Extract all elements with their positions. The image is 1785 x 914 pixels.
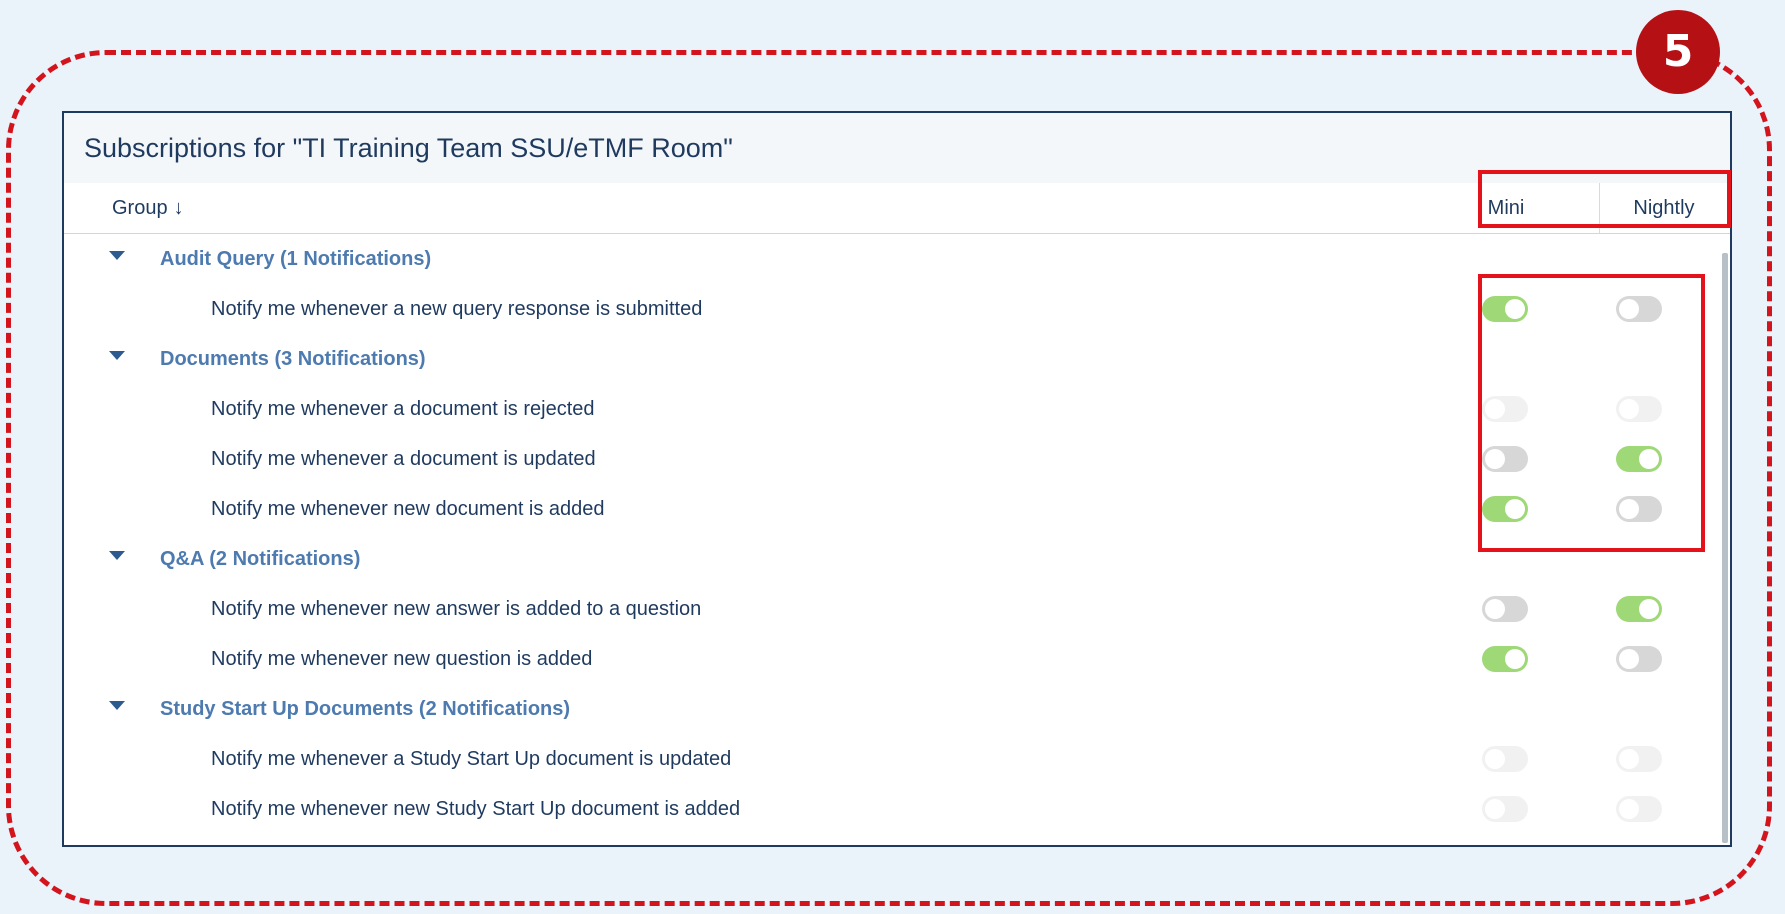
nightly-toggle — [1616, 796, 1662, 822]
group-column-label: Group — [112, 197, 168, 219]
toggle-knob — [1619, 649, 1639, 669]
group-column-header[interactable]: Group ↓ — [112, 197, 184, 220]
vertical-scrollbar[interactable] — [1722, 253, 1728, 843]
notification-label: Notify me whenever new answer is added t… — [211, 598, 702, 620]
group-label: Study Start Up Documents (2 Notification… — [160, 698, 571, 720]
notification-row: Notify me whenever a Study Start Up docu… — [64, 734, 1730, 784]
notification-label: Notify me whenever a document is updated — [211, 448, 596, 470]
caret-down-icon[interactable] — [109, 701, 125, 710]
notification-label: Notify me whenever new question is added — [211, 648, 593, 670]
notification-label: Notify me whenever new Study Start Up do… — [211, 798, 741, 820]
mini-toggle — [1482, 796, 1528, 822]
toggle-knob — [1619, 749, 1639, 769]
notification-label: Notify me whenever a document is rejecte… — [211, 398, 595, 420]
caret-down-icon[interactable] — [109, 251, 125, 260]
sort-arrow-down-icon: ↓ — [173, 197, 184, 219]
step-number-badge: 5 — [1636, 10, 1720, 94]
nightly-toggle — [1616, 746, 1662, 772]
notification-row: Notify me whenever new Study Start Up do… — [64, 784, 1730, 834]
notification-row: Notify me whenever new question is added — [64, 634, 1730, 684]
caret-down-icon[interactable] — [109, 351, 125, 360]
toggle-knob — [1485, 749, 1505, 769]
group-label: Documents (3 Notifications) — [160, 348, 426, 370]
group-label: Q&A (2 Notifications) — [160, 548, 361, 570]
mini-toggle[interactable] — [1482, 646, 1528, 672]
highlight-box-toggles — [1478, 274, 1705, 552]
toggle-knob — [1485, 599, 1505, 619]
toggle-knob — [1505, 649, 1525, 669]
notification-row: Notify me whenever new answer is added t… — [64, 584, 1730, 634]
caret-down-icon[interactable] — [109, 551, 125, 560]
group-label: Audit Query (1 Notifications) — [160, 248, 432, 270]
notification-label: Notify me whenever new document is added — [211, 498, 605, 520]
toggle-knob — [1485, 799, 1505, 819]
mini-toggle[interactable] — [1482, 596, 1528, 622]
toggle-knob — [1639, 599, 1659, 619]
notification-label: Notify me whenever a new query response … — [211, 298, 703, 320]
nightly-toggle[interactable] — [1616, 646, 1662, 672]
toggle-knob — [1619, 799, 1639, 819]
highlight-box-column-headers — [1478, 170, 1731, 228]
group-row[interactable]: Study Start Up Documents (2 Notification… — [64, 684, 1730, 734]
notification-label: Notify me whenever a Study Start Up docu… — [211, 748, 732, 770]
nightly-toggle[interactable] — [1616, 596, 1662, 622]
mini-toggle — [1482, 746, 1528, 772]
